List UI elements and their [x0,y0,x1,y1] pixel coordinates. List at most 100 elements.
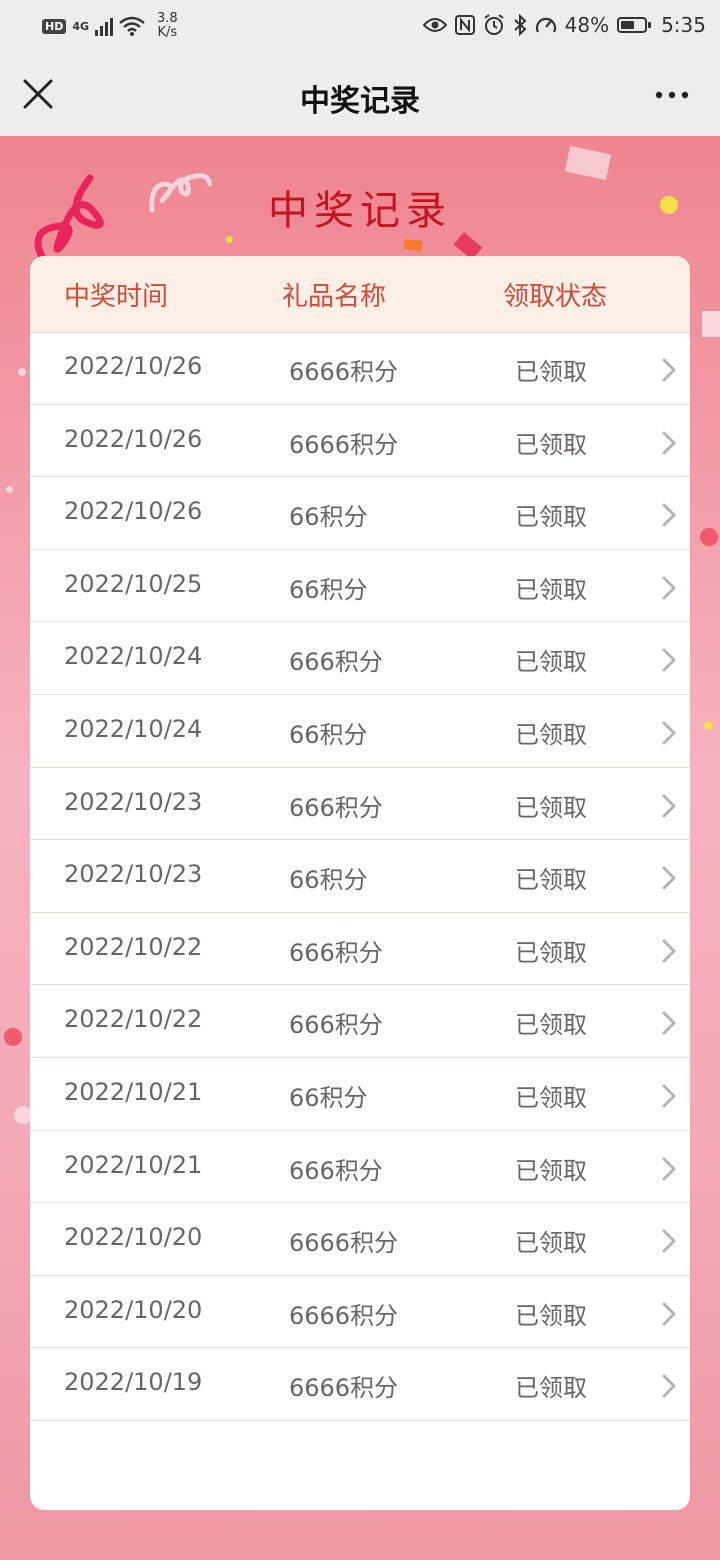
row-status: 已领取 [515,648,587,677]
row-date: 2022/10/24 [64,714,203,743]
confetti-piece [704,721,713,730]
table-row[interactable]: 2022/10/26 6666积分 已领取 [30,332,690,405]
table-row[interactable]: 2022/10/20 6666积分 已领取 [30,1203,690,1276]
bluetooth-icon [513,14,527,36]
row-date: 2022/10/23 [64,860,203,889]
table-row[interactable]: 2022/10/23 666积分 已领取 [30,768,690,841]
row-date: 2022/10/22 [64,932,203,961]
chevron-right-icon [662,939,676,963]
row-date: 2022/10/22 [64,1005,203,1034]
confetti-piece [18,368,26,376]
chevron-right-icon [662,648,676,672]
hero-background: 中奖记录 中奖时间 礼品名称 领取状态 2022/10/26 6666积分 已领取 2… [0,136,720,1560]
chevron-right-icon [662,503,676,527]
table-row[interactable]: 2022/10/26 6666积分 已领取 [30,405,690,478]
row-gift: 666积分 [289,1011,383,1040]
row-date: 2022/10/26 [64,497,203,526]
row-gift: 66积分 [289,1083,368,1112]
header-gift: 礼品名称 [282,282,387,312]
table-row[interactable]: 2022/10/23 66积分 已领取 [30,840,690,913]
row-gift: 666积分 [289,648,383,677]
confetti-piece [702,311,720,337]
row-date: 2022/10/21 [64,1077,203,1106]
wifi-icon [119,16,145,36]
chevron-right-icon [662,1374,676,1398]
status-right: 48% 5:35 [422,13,706,37]
confetti-piece [4,1028,22,1046]
network-label: 4G [72,19,90,33]
row-date: 2022/10/24 [64,642,203,671]
page-title: 中奖记录 [300,84,420,119]
row-gift: 66积分 [289,866,368,895]
nav-bar: 中奖记录 [0,52,720,136]
header-status: 领取状态 [503,282,608,312]
row-date: 2022/10/23 [64,787,203,816]
row-gift: 6666积分 [289,430,399,459]
records-card: 中奖时间 礼品名称 领取状态 2022/10/26 6666积分 已领取 2022/1… [30,256,690,1510]
table-row[interactable]: 2022/10/21 66积分 已领取 [30,1058,690,1131]
battery-icon [617,17,652,33]
row-gift: 666积分 [289,1156,383,1185]
row-gift: 66积分 [289,503,368,532]
row-gift: 666积分 [289,793,383,822]
net-speed-value: 3.8 [157,11,178,26]
confetti-piece [564,145,612,181]
row-gift: 6666积分 [289,358,399,386]
table-row[interactable]: 2022/10/24 66积分 已领取 [30,695,690,768]
eye-icon [422,18,447,32]
hero-title: 中奖记录 [268,188,452,234]
table-row[interactable]: 2022/10/25 66积分 已领取 [30,550,690,623]
row-status: 已领取 [515,1156,587,1185]
row-status: 已领取 [515,1229,587,1258]
row-date: 2022/10/26 [64,352,203,380]
status-left: HD 4G 3.8 K/s [42,12,178,40]
chevron-right-icon [662,1011,676,1035]
row-status: 已领取 [515,866,587,895]
chevron-right-icon [662,576,676,600]
net-speed: 3.8 K/s [157,12,178,40]
net-speed-unit: K/s [157,25,178,40]
signal-icon [95,16,114,36]
row-status: 已领取 [515,1083,587,1112]
table-row[interactable]: 2022/10/21 666积分 已领取 [30,1131,690,1204]
row-status: 已领取 [515,1301,587,1330]
chevron-right-icon [662,1229,676,1253]
chevron-right-icon [662,431,676,455]
more-icon[interactable] [652,80,692,110]
row-gift: 6666积分 [289,1229,399,1258]
table-row[interactable]: 2022/10/22 666积分 已领取 [30,985,690,1058]
table-row[interactable]: 2022/10/26 66积分 已领取 [30,477,690,550]
row-status: 已领取 [515,358,587,386]
table-row[interactable]: 2022/10/19 6666积分 已领取 [30,1348,690,1421]
battery-percent: 48% [564,13,610,37]
hd-badge: HD [42,18,67,34]
chevron-right-icon [662,1157,676,1181]
chevron-right-icon [662,866,676,890]
row-gift: 6666积分 [289,1301,399,1330]
confetti-piece [403,238,423,252]
row-gift: 666积分 [289,938,383,967]
table-row[interactable]: 2022/10/22 666积分 已领取 [30,913,690,986]
row-status: 已领取 [515,503,587,532]
row-status: 已领取 [515,720,587,749]
chevron-right-icon [662,721,676,745]
row-status: 已领取 [515,1374,587,1403]
row-status: 已领取 [515,575,587,604]
row-date: 2022/10/20 [64,1223,203,1252]
header-date: 中奖时间 [64,282,169,312]
row-status: 已领取 [515,938,587,967]
table-row[interactable]: 2022/10/24 666积分 已领取 [30,622,690,695]
row-date: 2022/10/26 [64,424,203,453]
confetti-piece [226,236,233,243]
alarm-icon [484,14,504,35]
table-header: 中奖时间 礼品名称 领取状态 [30,256,690,333]
row-gift: 66积分 [289,575,368,604]
records-list[interactable]: 2022/10/26 6666积分 已领取 2022/10/26 6666积分 已领取 20… [30,332,690,1460]
row-date: 2022/10/20 [64,1295,203,1324]
row-gift: 6666积分 [289,1374,399,1403]
status-bar: HD 4G 3.8 K/s 48% 5:35 [0,0,720,52]
row-date: 2022/10/19 [64,1368,203,1397]
table-row[interactable]: 2022/10/20 6666积分 已领取 [30,1276,690,1349]
clock-time: 5:35 [661,13,706,37]
row-date: 2022/10/21 [64,1150,203,1179]
